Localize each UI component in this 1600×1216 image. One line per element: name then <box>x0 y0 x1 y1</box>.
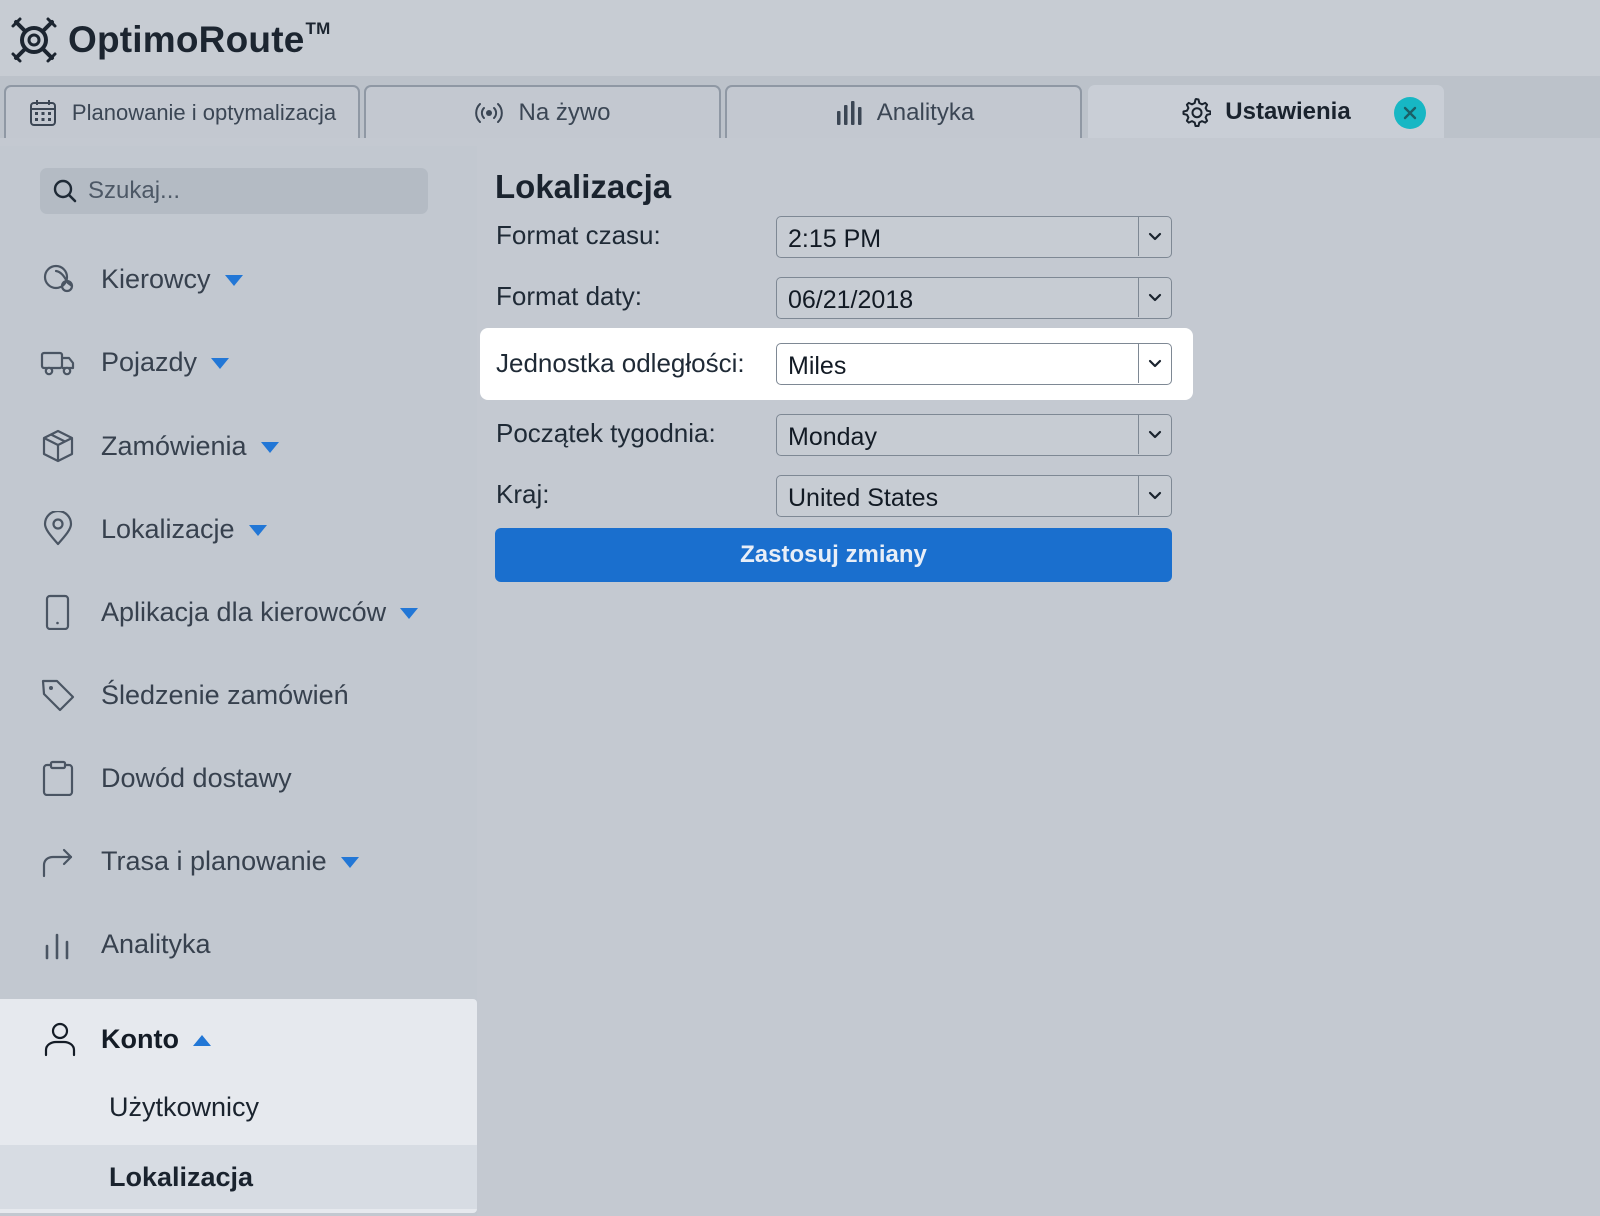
tag-icon <box>41 679 75 712</box>
sidebar-subitem-users[interactable]: Użytkownicy <box>0 1075 477 1139</box>
chevron-down-icon <box>1138 217 1171 256</box>
sidebar-item-driver-app[interactable]: Aplikacja dla kierowców <box>0 582 477 642</box>
chevron-down-icon <box>1138 476 1171 515</box>
sidebar-item-label: Dowód dostawy <box>101 762 292 793</box>
phone-icon <box>45 594 70 630</box>
gear-icon <box>1182 97 1212 127</box>
time-format-value: 2:15 PM <box>788 225 882 253</box>
time-format-label: Format czasu: <box>496 220 661 250</box>
chevron-down-icon <box>1138 415 1171 454</box>
caret-down-icon <box>340 856 359 868</box>
sidebar: Kierowcy Pojazdy Zamówienia Lokalizacje <box>0 146 477 1216</box>
sidebar-item-orders[interactable]: Zamówienia <box>0 416 477 476</box>
user-icon <box>44 1022 76 1057</box>
tab-label: Ustawienia <box>1225 97 1351 125</box>
sidebar-item-label: Kierowcy <box>101 263 211 294</box>
caret-down-icon <box>211 357 230 369</box>
tab-label: Na żywo <box>518 98 611 126</box>
caret-down-icon <box>224 274 243 286</box>
caret-down-icon <box>248 524 267 536</box>
week-start-value: Monday <box>788 423 877 451</box>
app-logo[interactable]: OptimoRouteTM <box>10 14 330 66</box>
close-icon <box>1403 106 1417 120</box>
date-format-label: Format daty: <box>496 281 642 311</box>
sidebar-item-vehicles[interactable]: Pojazdy <box>0 332 477 392</box>
sidebar-item-label: Trasa i planowanie <box>101 845 327 876</box>
sidebar-item-label: Analityka <box>101 928 211 959</box>
sidebar-item-account[interactable]: Konto <box>0 1009 477 1069</box>
app-header: OptimoRouteTM <box>0 0 1600 76</box>
sidebar-subitem-label: Lokalizacja <box>109 1161 254 1192</box>
tab-analytics[interactable]: Analityka <box>725 85 1082 138</box>
distance-unit-label: Jednostka odległości: <box>496 348 745 378</box>
drivers-icon <box>43 264 74 293</box>
caret-up-icon <box>192 1034 211 1046</box>
sidebar-item-label: Śledzenie zamówień <box>101 679 349 710</box>
logo-text: OptimoRouteTM <box>68 19 331 60</box>
sidebar-item-label: Lokalizacje <box>101 513 235 544</box>
package-icon <box>42 429 74 463</box>
time-format-select[interactable]: 2:15 PM <box>776 216 1172 258</box>
sidebar-item-label: Konto <box>101 1023 179 1054</box>
caret-down-icon <box>260 441 279 453</box>
tab-planning[interactable]: Planowanie i optymalizacja <box>4 85 360 138</box>
distance-unit-row: Jednostka odległości: Miles <box>480 328 1193 400</box>
sidebar-item-label: Zamówienia <box>101 430 247 461</box>
chevron-down-icon <box>1138 278 1171 317</box>
search-icon <box>53 179 77 203</box>
date-format-row: Format daty: 06/21/2018 <box>477 267 1197 329</box>
truck-icon <box>40 351 75 376</box>
tab-live[interactable]: Na żywo <box>364 85 721 138</box>
sidebar-item-label: Aplikacja dla kierowców <box>101 596 387 627</box>
caret-down-icon <box>400 607 419 619</box>
sidebar-subitem-label: Użytkownicy <box>109 1091 260 1122</box>
close-tab-button[interactable] <box>1394 97 1426 129</box>
bar-chart-icon <box>45 933 69 960</box>
sidebar-item-locations[interactable]: Lokalizacje <box>0 499 477 559</box>
tab-label: Analityka <box>876 98 975 126</box>
apply-changes-button[interactable]: Zastosuj zmiany <box>495 528 1172 582</box>
logo-icon <box>11 17 57 63</box>
tab-bar: Planowanie i optymalizacja Na żywo Anali… <box>0 76 1600 138</box>
sidebar-item-order-tracking[interactable]: Śledzenie zamówień <box>0 665 477 725</box>
sidebar-item-label: Pojazdy <box>101 346 198 377</box>
location-pin-icon <box>43 511 73 546</box>
page-title: Lokalizacja <box>495 168 672 205</box>
search-box[interactable] <box>40 168 428 214</box>
sidebar-item-drivers[interactable]: Kierowcy <box>0 249 477 309</box>
route-arrow-icon <box>42 848 73 878</box>
distance-unit-value: Miles <box>788 352 847 380</box>
search-input[interactable] <box>88 177 408 205</box>
main-content: Lokalizacja Format czasu: 2:15 PM Format… <box>477 146 1600 1216</box>
sidebar-item-analytics[interactable]: Analityka <box>0 914 477 974</box>
country-select[interactable]: United States <box>776 475 1172 517</box>
calendar-icon <box>29 99 56 126</box>
time-format-row: Format czasu: 2:15 PM <box>477 206 1197 268</box>
week-start-row: Początek tygodnia: Monday <box>477 404 1197 466</box>
account-section: Konto Użytkownicy Lokalizacja <box>0 999 477 1213</box>
date-format-select[interactable]: 06/21/2018 <box>776 277 1172 319</box>
week-start-label: Początek tygodnia: <box>496 418 716 448</box>
clipboard-icon <box>42 760 74 796</box>
country-label: Kraj: <box>496 479 550 509</box>
sidebar-item-proof-of-delivery[interactable]: Dowód dostawy <box>0 748 477 808</box>
sidebar-subitem-localization[interactable]: Lokalizacja <box>0 1145 477 1209</box>
tab-label: Planowanie i optymalizacja <box>71 99 337 125</box>
country-value: United States <box>788 484 939 512</box>
country-row: Kraj: United States <box>477 465 1197 527</box>
week-start-select[interactable]: Monday <box>776 414 1172 456</box>
sidebar-item-route-planning[interactable]: Trasa i planowanie <box>0 831 477 891</box>
distance-unit-select[interactable]: Miles <box>776 343 1172 385</box>
live-signal-icon <box>475 102 504 123</box>
chevron-down-icon <box>1138 344 1171 383</box>
date-format-value: 06/21/2018 <box>788 286 914 314</box>
bar-chart-icon <box>836 100 862 125</box>
tab-settings[interactable]: Ustawienia <box>1088 85 1444 138</box>
